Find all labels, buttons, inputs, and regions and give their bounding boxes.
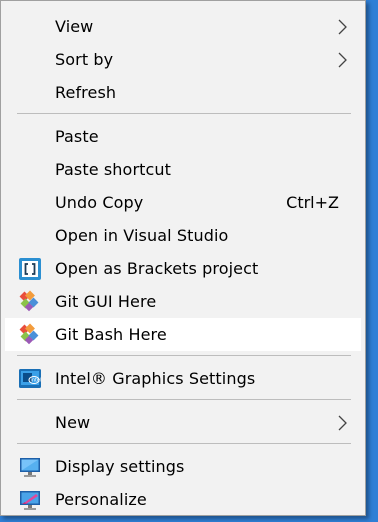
menu-separator (17, 443, 351, 444)
git-icon (19, 323, 39, 345)
chevron-right-icon (338, 19, 347, 35)
menu-item-sort-by[interactable]: Sort by (5, 43, 361, 76)
svg-text:intel: intel (31, 378, 42, 384)
menu-item-view[interactable]: View (5, 10, 361, 43)
menu-item-label: Refresh (55, 83, 117, 102)
menu-item-paste-shortcut[interactable]: Paste shortcut (5, 153, 361, 186)
menu-item-label: New (55, 413, 91, 432)
menu-item-paste[interactable]: Paste (5, 120, 361, 153)
shortcut-text: Ctrl+Z (286, 193, 339, 212)
menu-item-refresh[interactable]: Refresh (5, 76, 361, 109)
menu-item-label: Paste shortcut (55, 160, 172, 179)
menu-item-label: Intel® Graphics Settings (55, 369, 256, 388)
menu-item-label: Display settings (55, 457, 185, 476)
git-icon (19, 290, 39, 312)
menu-item-git-bash-here[interactable]: Git Bash Here (5, 318, 361, 351)
menu-item-open-as-brackets-project[interactable]: Open as Brackets project (5, 252, 361, 285)
personalize-monitor-icon (20, 491, 40, 510)
display-monitor-icon (20, 458, 40, 477)
menu-item-label: Sort by (55, 50, 114, 69)
menu-separator (17, 113, 351, 114)
menu-separator (17, 399, 351, 400)
menu-item-label: Personalize (55, 490, 147, 509)
chevron-right-icon (338, 415, 347, 431)
menu-item-label: Open in Visual Studio (55, 226, 229, 245)
menu-item-label: View (55, 17, 94, 36)
brackets-icon (19, 258, 41, 280)
menu-item-git-gui-here[interactable]: Git GUI Here (5, 285, 361, 318)
menu-item-label: Open as Brackets project (55, 259, 259, 278)
menu-separator (17, 355, 351, 356)
menu-item-new[interactable]: New (5, 406, 361, 439)
chevron-right-icon (338, 52, 347, 68)
desktop-context-menu: View Sort by Refresh Paste Paste shortcu… (0, 0, 366, 516)
intel-graphics-icon: intel (19, 369, 42, 388)
menu-item-open-in-visual-studio[interactable]: Open in Visual Studio (5, 219, 361, 252)
menu-item-label: Git GUI Here (55, 292, 157, 311)
menu-item-intel-graphics-settings[interactable]: intel Intel® Graphics Settings (5, 362, 361, 395)
menu-item-display-settings[interactable]: Display settings (5, 450, 361, 483)
menu-item-label: Paste (55, 127, 99, 146)
menu-item-label: Undo Copy (55, 193, 144, 212)
menu-item-label: Git Bash Here (55, 325, 167, 344)
menu-item-undo-copy[interactable]: Undo Copy Ctrl+Z (5, 186, 361, 219)
menu-item-personalize[interactable]: Personalize (5, 483, 361, 516)
